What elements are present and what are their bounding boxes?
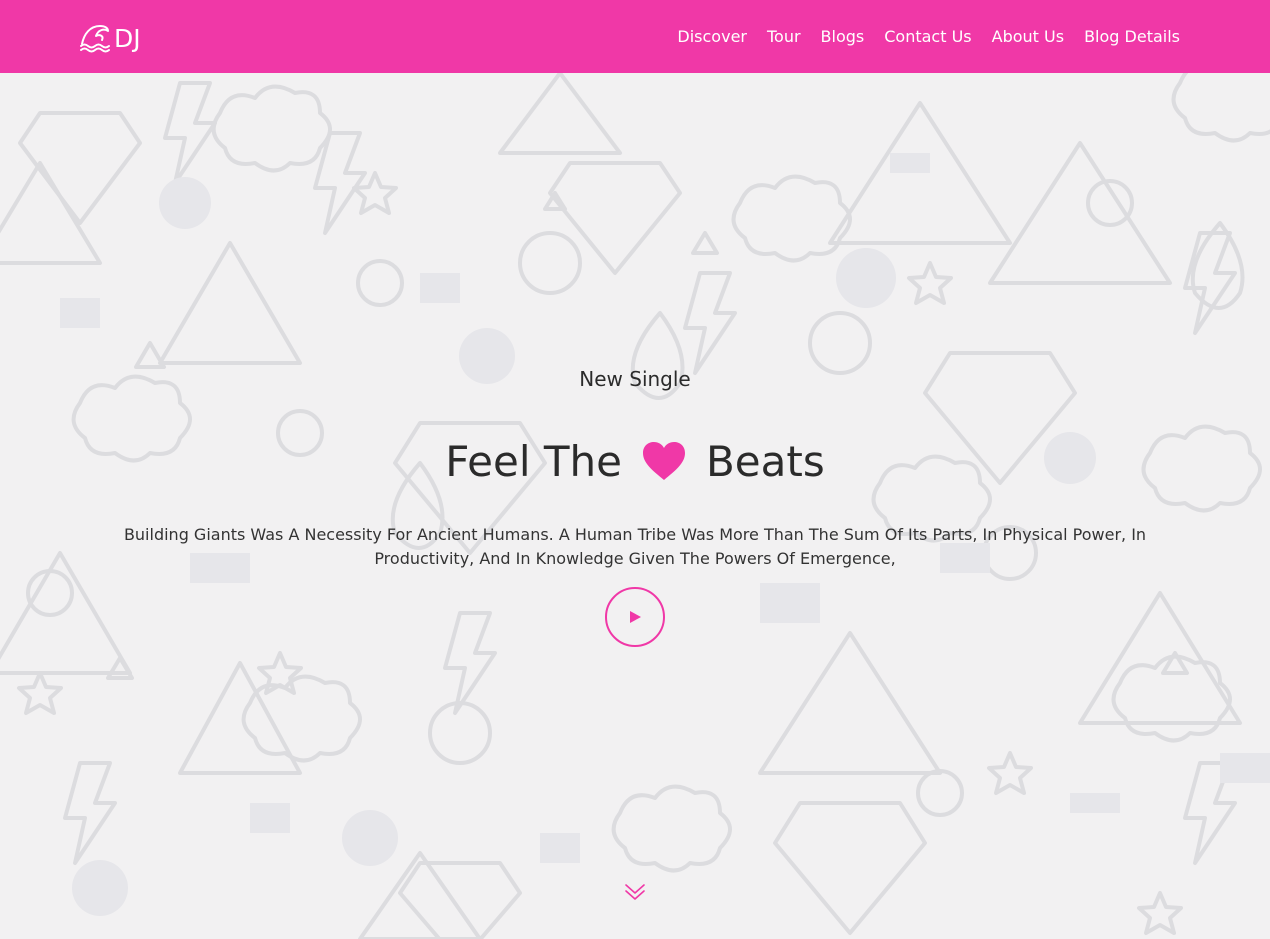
heart-icon <box>642 442 685 480</box>
top-navbar: DJ Discover Tour Blogs Contact Us About … <box>0 0 1270 73</box>
hero-subtitle: New Single <box>579 367 691 391</box>
nav-link-about-us[interactable]: About Us <box>992 27 1064 46</box>
play-icon <box>630 611 641 623</box>
logo-text: DJ <box>114 23 141 53</box>
hero-title-after: Beats <box>705 436 825 486</box>
play-button[interactable] <box>605 587 665 647</box>
main-nav: Discover Tour Blogs Contact Us About Us … <box>677 0 1180 73</box>
nav-link-contact-us[interactable]: Contact Us <box>884 27 971 46</box>
nav-link-blog-details[interactable]: Blog Details <box>1084 27 1180 46</box>
brand-logo[interactable]: DJ <box>80 22 141 54</box>
nav-link-tour[interactable]: Tour <box>767 27 801 46</box>
nav-link-blogs[interactable]: Blogs <box>821 27 865 46</box>
nav-link-discover[interactable]: Discover <box>677 27 747 46</box>
hero-title: Feel The Beats <box>0 433 1270 489</box>
wave-logo-icon <box>80 25 110 53</box>
hero-title-before: Feel The <box>445 436 622 486</box>
hero-description: Building Giants Was A Necessity For Anci… <box>123 525 1147 568</box>
hero-section: New Single Feel The Beats Building Giant… <box>0 73 1270 939</box>
scroll-down-button[interactable] <box>624 881 646 903</box>
chevron-double-down-icon <box>625 884 645 900</box>
